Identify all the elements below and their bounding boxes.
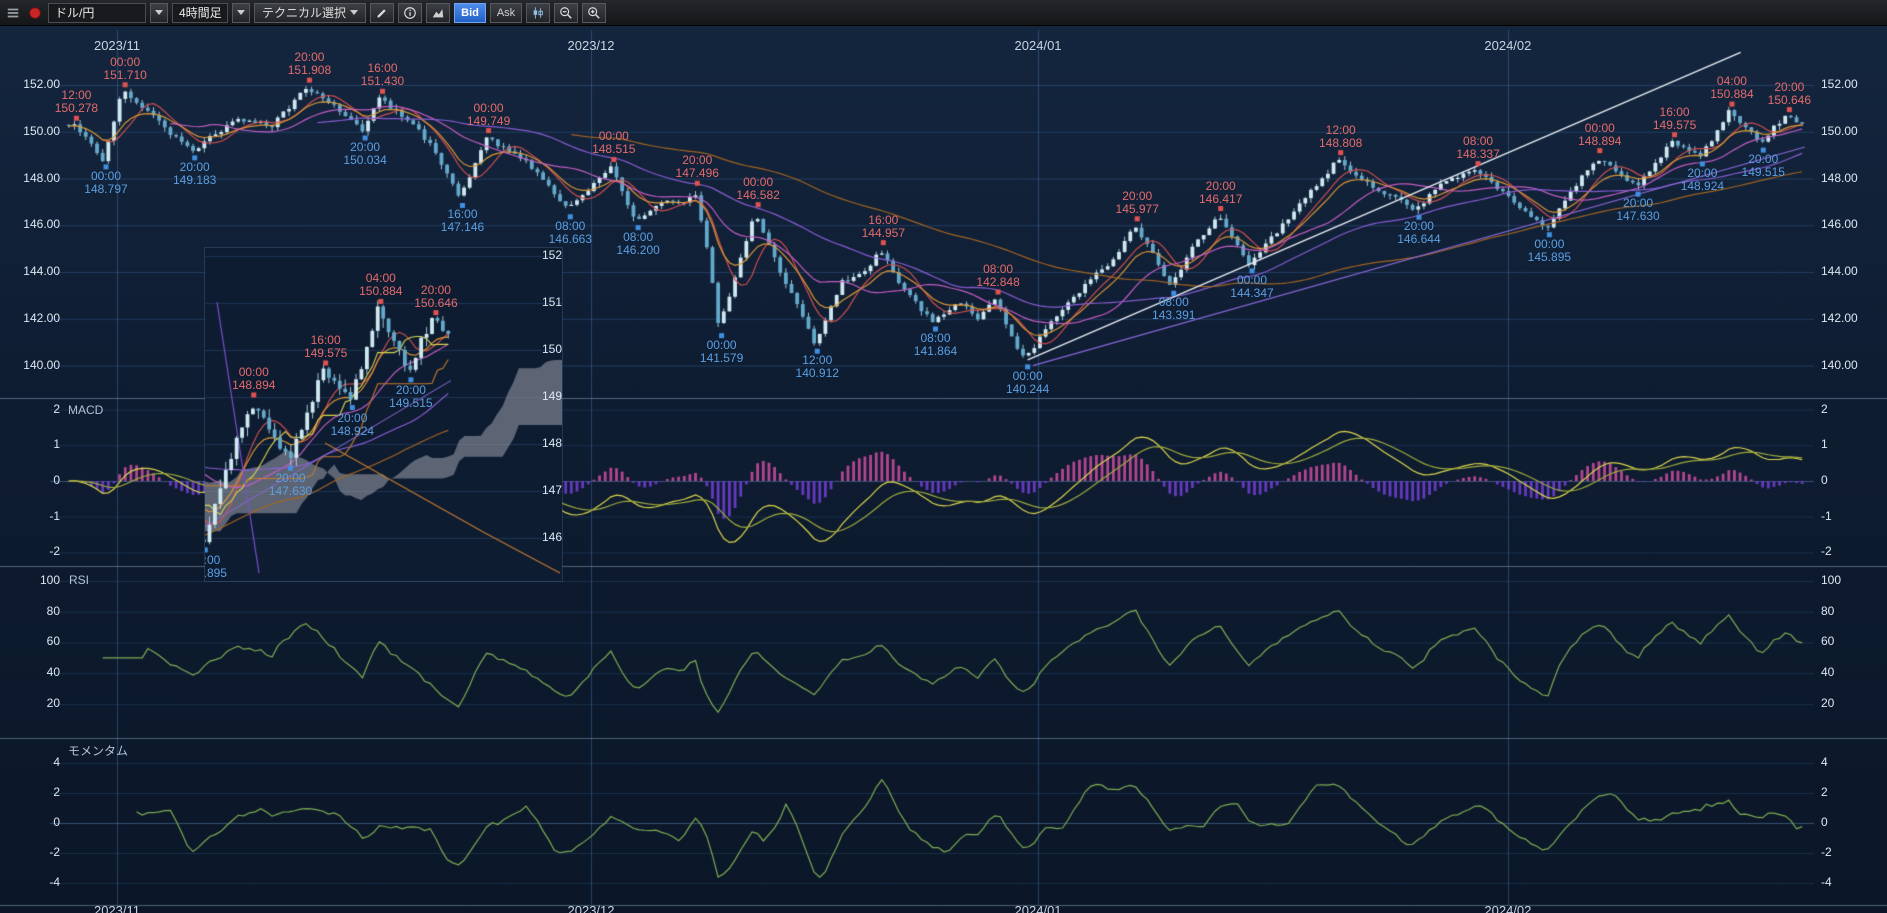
inset-price-tick: 151 [542, 295, 562, 309]
annotation-price: 149.575 [304, 347, 347, 360]
pencil-icon [375, 6, 389, 20]
inset-price-tick: 149 [542, 389, 562, 403]
inset-labels-layer: 152 151 150 149 148 147 146 00:00148.894 16:0014… [205, 248, 562, 581]
technical-select-button[interactable]: テクニカル選択 [254, 3, 366, 23]
annotation-low-label: 20:00148.924 [331, 412, 374, 438]
pair-dropdown-button[interactable] [150, 3, 168, 23]
ask-toggle-button[interactable]: Ask [490, 3, 522, 23]
annotation-price: 150.646 [414, 297, 457, 310]
pair-select-value: ドル/円 [55, 4, 94, 21]
menu-icon[interactable] [4, 4, 22, 22]
chevron-down-icon [350, 10, 358, 15]
annotation-high-label: 16:00149.575 [304, 334, 347, 360]
timeframe-select[interactable]: 4時間足 [172, 3, 228, 23]
annotation-price: 147.630 [269, 485, 312, 498]
annotation-price: 148.894 [232, 379, 275, 392]
annotation-price: 145.895 [205, 567, 227, 580]
timeframe-value: 4時間足 [179, 4, 222, 21]
inset-price-tick: 146 [542, 530, 562, 544]
annotation-high-label: 20:00150.646 [414, 284, 457, 310]
ask-button-label: Ask [497, 7, 515, 19]
chevron-down-icon [155, 10, 163, 15]
chart-type-button[interactable] [426, 3, 450, 23]
candlestick-icon [531, 6, 545, 20]
toolbar: ドル/円 4時間足 テクニカル選択 Bid Ask [0, 0, 1887, 26]
annotation-price: 150.884 [359, 285, 402, 298]
annotation-low-label: 20:00147.630 [269, 472, 312, 498]
inset-price-tick: 148 [542, 436, 562, 450]
draw-tool-button[interactable] [370, 3, 394, 23]
zoom-in-icon [587, 6, 601, 20]
area-chart-icon [431, 6, 445, 20]
annotation-low-label: 20:00149.515 [389, 384, 432, 410]
info-button[interactable] [398, 3, 422, 23]
zoom-out-icon [559, 6, 573, 20]
pair-flag-icon [26, 4, 44, 22]
bid-toggle-button[interactable]: Bid [454, 3, 486, 23]
chevron-down-icon [237, 10, 245, 15]
inset-price-tick: 150 [542, 342, 562, 356]
zoom-in-button[interactable] [582, 3, 606, 23]
inset-price-tick: 147 [542, 483, 562, 497]
annotation-price: 149.515 [389, 397, 432, 410]
info-icon [403, 6, 417, 20]
inset-chart-window[interactable]: 152 151 150 149 148 147 146 00:00148.894 16:0014… [205, 248, 562, 581]
bid-button-label: Bid [461, 7, 479, 19]
pair-select[interactable]: ドル/円 [48, 3, 146, 23]
annotation-high-label: 00:00148.894 [232, 366, 275, 392]
annotation-low-label: 00:00145.895 [205, 554, 227, 580]
inset-price-tick: 152 [542, 248, 562, 262]
zoom-out-button[interactable] [554, 3, 578, 23]
candlestick-button[interactable] [526, 3, 550, 23]
timeframe-dropdown-button[interactable] [232, 3, 250, 23]
annotation-high-label: 04:00150.884 [359, 272, 402, 298]
annotation-price: 148.924 [331, 425, 374, 438]
technical-select-label: テクニカル選択 [262, 4, 346, 21]
fx-chart-app: ドル/円 4時間足 テクニカル選択 Bid Ask [0, 0, 1887, 913]
